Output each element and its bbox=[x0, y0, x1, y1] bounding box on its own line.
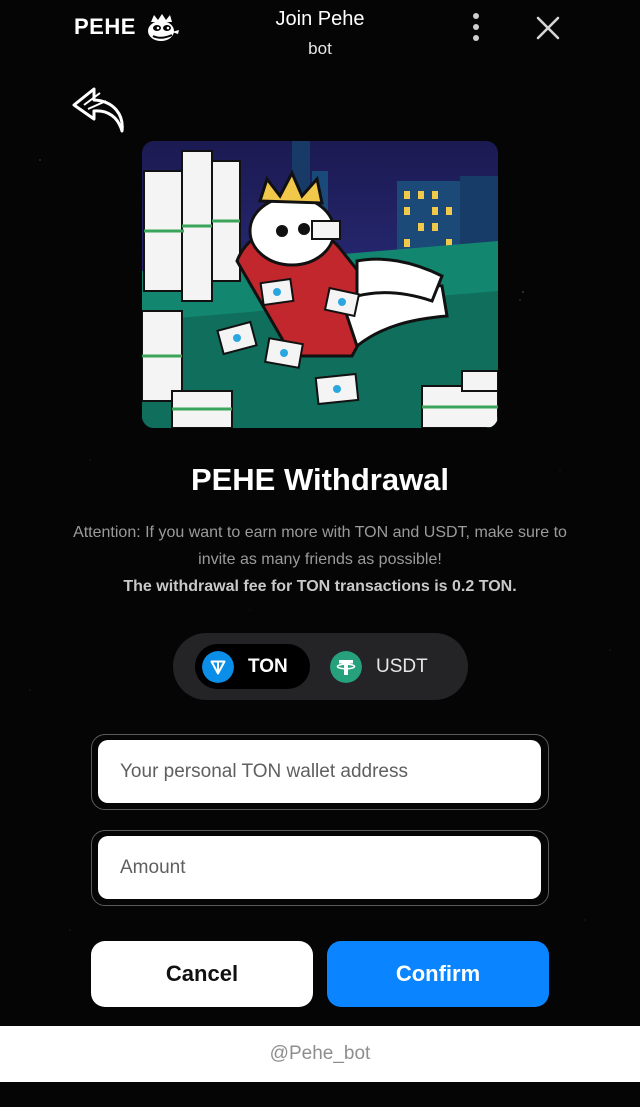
wallet-field-container bbox=[91, 734, 549, 810]
top-bar: PEHE Join Pehe bot bbox=[0, 0, 640, 64]
bot-username-footer[interactable]: @Pehe_bot bbox=[0, 1026, 640, 1082]
ton-icon bbox=[202, 650, 234, 683]
back-arrow-icon[interactable] bbox=[70, 85, 128, 135]
confirm-button[interactable]: Confirm bbox=[327, 941, 549, 1007]
attention-text: Attention: If you want to earn more with… bbox=[73, 524, 567, 568]
currency-label-usdt: USDT bbox=[376, 655, 428, 677]
close-icon[interactable] bbox=[534, 14, 562, 42]
withdrawal-banner-image bbox=[142, 141, 498, 428]
more-vertical-icon[interactable] bbox=[466, 12, 486, 42]
currency-option-ton[interactable]: TON bbox=[195, 644, 310, 689]
cancel-button[interactable]: Cancel bbox=[91, 941, 313, 1007]
currency-option-usdt[interactable]: USDT bbox=[323, 644, 453, 689]
fee-text: The withdrawal fee for TON transactions … bbox=[123, 578, 517, 595]
tether-icon bbox=[330, 650, 362, 683]
amount-field-container bbox=[91, 830, 549, 906]
chat-subtitle: bot bbox=[308, 39, 332, 58]
amount-input[interactable] bbox=[98, 836, 541, 899]
page-title: PEHE Withdrawal bbox=[190, 462, 450, 497]
withdrawal-info: Attention: If you want to earn more with… bbox=[60, 519, 580, 600]
wallet-address-input[interactable] bbox=[98, 740, 541, 803]
currency-label-ton: TON bbox=[248, 655, 288, 677]
currency-selector: TON USDT bbox=[173, 633, 468, 700]
